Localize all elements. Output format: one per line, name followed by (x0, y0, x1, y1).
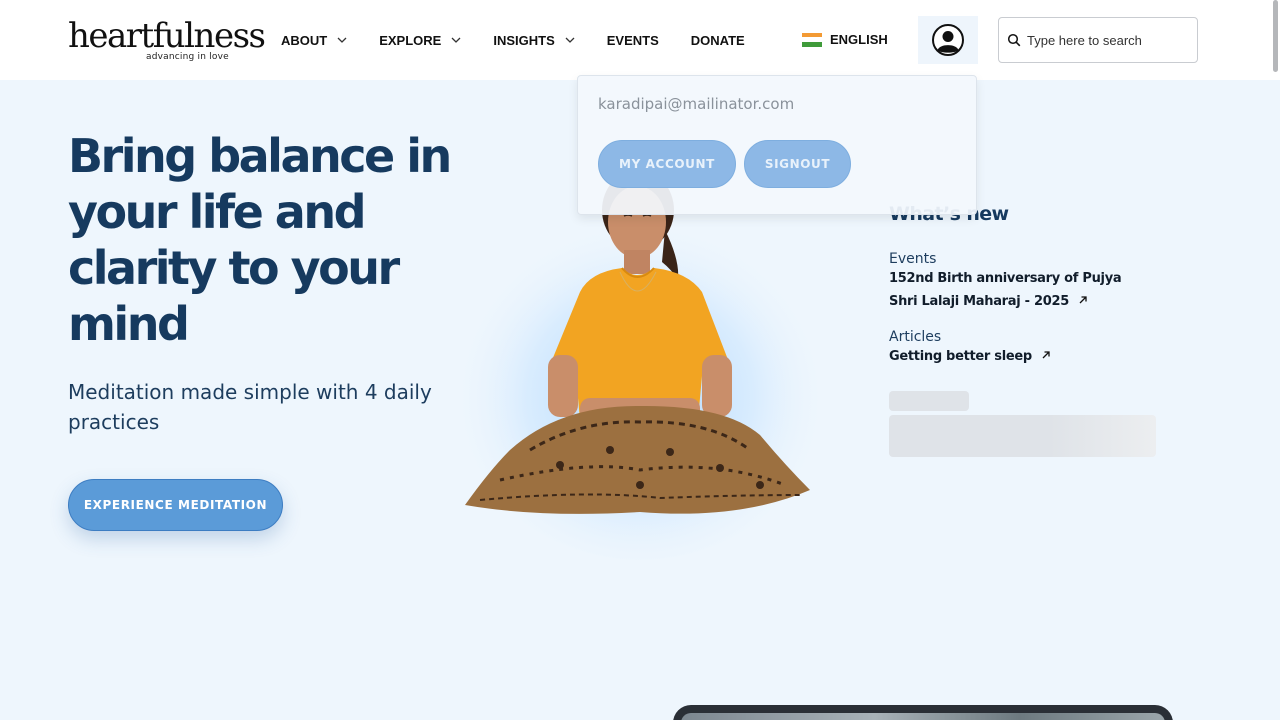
nav-item-label: INSIGHTS (493, 32, 555, 48)
external-arrow-icon (1079, 296, 1087, 304)
hero-subtitle: Meditation made simple with 4 daily prac… (68, 380, 432, 434)
whats-new-articles: Articles Getting better sleep (889, 329, 1149, 368)
nav-item-insights[interactable]: INSIGHTS (493, 32, 575, 48)
site-header: heartfulness advancing in love ABOUT EXP… (0, 0, 1280, 80)
india-flag-icon (802, 32, 822, 47)
user-avatar-icon (932, 24, 964, 56)
nav-item-donate[interactable]: DONATE (691, 33, 745, 48)
nav-item-about[interactable]: ABOUT (281, 33, 347, 48)
my-account-button[interactable]: MY ACCOUNT (598, 140, 736, 188)
search-box[interactable] (998, 17, 1198, 63)
external-arrow-icon (1042, 351, 1050, 359)
logo-wordmark: heartfulness (68, 16, 266, 56)
heartfulness-logo[interactable]: heartfulness advancing in love (68, 16, 266, 66)
hero-title: Bring balance in your life and clarity t… (68, 129, 452, 351)
device-frame-image (673, 705, 1173, 720)
whats-new-link-text: Getting better sleep (889, 349, 1032, 364)
whats-new-link[interactable]: Getting better sleep (889, 345, 1149, 368)
nav-item-explore[interactable]: EXPLORE (379, 33, 461, 48)
chevron-down-icon (337, 37, 347, 43)
search-icon (1007, 33, 1021, 47)
signout-button[interactable]: SIGNOUT (744, 140, 851, 188)
account-dropdown: karadipai@mailinator.com MY ACCOUNT SIGN… (577, 75, 977, 215)
loading-skeleton (889, 415, 1156, 457)
experience-meditation-button[interactable]: EXPERIENCE MEDITATION (68, 479, 283, 531)
nav-item-label: EVENTS (606, 32, 659, 48)
language-label: ENGLISH (830, 32, 888, 47)
chevron-down-icon (565, 37, 575, 43)
logo-tagline: advancing in love (146, 52, 229, 62)
search-input[interactable] (1027, 32, 1187, 48)
nav-item-label: ABOUT (281, 32, 328, 48)
whats-new-events: Events 152nd Birth anniversary of Pujya … (889, 251, 1149, 313)
nav-item-label: DONATE (690, 32, 745, 48)
whats-new-category: Articles (889, 329, 942, 345)
loading-skeleton (889, 391, 969, 411)
language-selector[interactable]: ENGLISH (802, 32, 888, 47)
whats-new-link[interactable]: 152nd Birth anniversary of Pujya Shri La… (889, 267, 1149, 313)
chevron-down-icon (451, 37, 461, 43)
page-scrollbar[interactable] (1273, 0, 1278, 72)
nav-item-events[interactable]: EVENTS (607, 33, 659, 48)
account-email: karadipai@mailinator.com (598, 95, 795, 113)
main-nav: ABOUT EXPLORE INSIGHTS EVENTS DONATE (281, 30, 777, 50)
account-button[interactable] (918, 16, 978, 64)
whats-new-category: Events (889, 251, 937, 267)
nav-item-label: EXPLORE (379, 32, 442, 48)
device-screen (681, 713, 1165, 720)
